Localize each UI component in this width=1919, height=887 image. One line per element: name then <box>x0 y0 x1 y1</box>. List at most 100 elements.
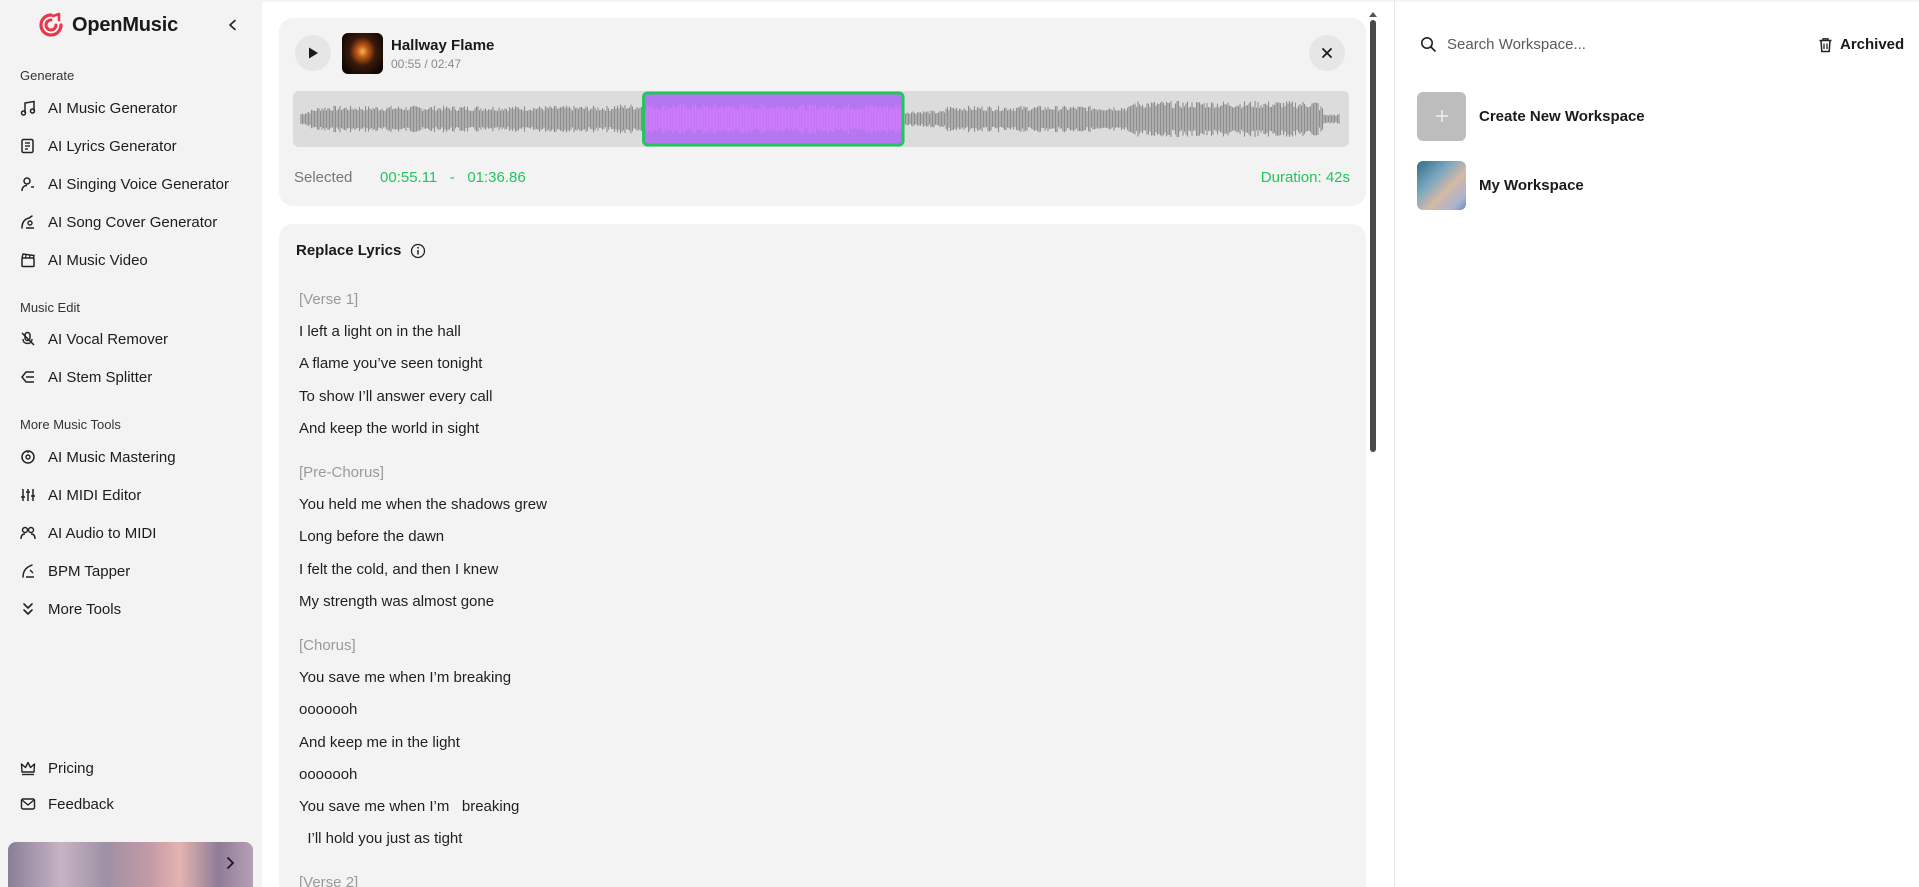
nav-item-ai-midi-editor[interactable]: AI MIDI Editor <box>14 479 244 511</box>
section-label-generate: Generate <box>20 68 75 83</box>
clapperboard-icon <box>21 253 35 268</box>
sliders-icon <box>21 489 35 501</box>
nav-item-ai-stem-splitter[interactable]: AI Stem Splitter <box>14 361 244 393</box>
nav-item-label: More Tools <box>48 600 122 618</box>
lyric-line[interactable]: I left a light on in the hall <box>299 323 461 340</box>
top-border <box>0 0 1919 2</box>
nav-item-ai-vocal-remover[interactable]: AI Vocal Remover <box>14 323 244 355</box>
lyrics-section-tag[interactable]: [Verse 1] <box>299 291 358 308</box>
selection-label: Selected <box>294 169 353 186</box>
nav-item-more-tools[interactable]: More Tools <box>14 593 244 625</box>
play-button[interactable] <box>295 35 331 71</box>
crown-icon <box>20 761 36 776</box>
archived-label: Archived <box>1840 36 1905 53</box>
workspace-thumbnail <box>1417 160 1466 210</box>
play-icon <box>309 47 318 59</box>
workspace-name: Create New Workspace <box>1479 107 1645 125</box>
nav-item-ai-audio-to-midi[interactable]: AI Audio to MIDI <box>14 517 244 549</box>
lyric-line[interactable]: I felt the cold, and then I knew <box>299 561 498 578</box>
app-name: OpenMusic <box>72 13 178 36</box>
selection-range: 00:55.11 - 01:36.86 <box>380 169 526 186</box>
lyric-line[interactable]: You save me when I’m breaking <box>299 669 511 686</box>
lyric-line[interactable]: ooooooh <box>299 766 357 783</box>
nav-item-label: AI Stem Splitter <box>48 368 153 386</box>
create-new-workspace-button[interactable]: Create New Workspace <box>1417 91 1717 141</box>
plus-icon-tile <box>1417 91 1466 141</box>
lyric-line[interactable]: My strength was almost gone <box>299 593 494 610</box>
nav-item-feedback[interactable]: Feedback <box>14 788 244 820</box>
track-time: 00:55 / 02:47 <box>391 57 462 71</box>
info-icon[interactable] <box>410 243 426 259</box>
nav-item-label: AI Vocal Remover <box>48 330 169 348</box>
scroll-up-arrow-icon[interactable] <box>1369 12 1377 17</box>
nav-item-bpm-tapper[interactable]: BPM Tapper <box>14 555 244 587</box>
replace-lyrics-card: Replace Lyrics [Verse 1] I left a light o… <box>279 224 1366 887</box>
lyrics-header: Replace Lyrics <box>296 242 426 259</box>
nav-item-ai-music-mastering[interactable]: AI Music Mastering <box>14 441 244 473</box>
archived-button[interactable]: Archived <box>1818 36 1904 53</box>
nav-item-pricing[interactable]: Pricing <box>14 752 244 784</box>
mail-icon <box>20 798 36 810</box>
track-title: Hallway Flame <box>391 37 495 54</box>
lyric-line[interactable]: You save me when I’m breaking <box>299 798 519 815</box>
nav-item-label: AI Audio to MIDI <box>48 524 157 542</box>
selection-duration: Duration: 42s <box>1260 169 1350 186</box>
audio-player-card: Hallway Flame 00:55 / 02:47 Selected 00:… <box>279 18 1366 206</box>
collapse-sidebar-button[interactable] <box>222 14 244 36</box>
lyric-line[interactable]: ooooooh <box>299 701 357 718</box>
promo-banner[interactable] <box>8 842 253 887</box>
nav-item-label: Pricing <box>48 759 94 777</box>
lyric-line[interactable]: I’ll hold you just as tight <box>299 830 462 847</box>
chevron-right-icon <box>227 857 234 869</box>
close-player-button[interactable] <box>1309 35 1345 71</box>
track-cover-image <box>342 33 383 74</box>
lyric-line[interactable]: A flame you’ve seen tonight <box>299 355 482 372</box>
sidebar: OpenMusic Generate AI Music Generator AI… <box>0 0 262 887</box>
workspace-item-my-workspace[interactable]: My Workspace <box>1417 160 1717 210</box>
openmusic-logo-icon <box>39 12 63 37</box>
tap-icon <box>22 564 34 578</box>
search-icon <box>1421 37 1436 52</box>
nav-item-ai-song-cover-generator[interactable]: AI Song Cover Generator <box>14 206 244 238</box>
lyrics-section-tag[interactable]: [Verse 2] <box>299 874 358 887</box>
main-scrollbar[interactable] <box>1370 20 1376 452</box>
section-label-more-music-tools: More Music Tools <box>20 417 121 432</box>
waveform <box>300 91 1340 147</box>
nav-item-ai-music-generator[interactable]: AI Music Generator <box>14 92 244 124</box>
lyrics-section-tag[interactable]: [Pre-Chorus] <box>299 464 384 481</box>
song-cover-icon <box>21 215 34 229</box>
lyric-line[interactable]: Long before the dawn <box>299 528 444 545</box>
nav-item-ai-singing-voice-generator[interactable]: AI Singing Voice Generator <box>14 168 244 200</box>
workspace-name: My Workspace <box>1479 176 1584 194</box>
selection-end: 01:36.86 <box>467 169 526 186</box>
nav-item-ai-lyrics-generator[interactable]: AI Lyrics Generator <box>14 130 244 162</box>
panel-divider <box>1394 0 1395 887</box>
chevron-left-icon <box>229 19 236 31</box>
nav-item-label: AI Singing Voice Generator <box>48 175 229 193</box>
plus-icon <box>1435 110 1448 122</box>
app-logo[interactable]: OpenMusic <box>38 12 178 38</box>
workspace-search <box>1420 36 1707 53</box>
nav-item-label: AI Lyrics Generator <box>48 137 177 155</box>
nav-item-ai-music-video[interactable]: AI Music Video <box>14 244 244 276</box>
nav-item-label: BPM Tapper <box>48 562 131 580</box>
stem-splitter-icon <box>21 371 34 383</box>
close-icon <box>1322 48 1332 58</box>
lyrics-heading: Replace Lyrics <box>296 242 402 259</box>
lyric-line[interactable]: You held me when the shadows grew <box>299 496 547 513</box>
nav-item-label: Feedback <box>48 795 114 813</box>
lyrics-document-icon <box>21 138 34 154</box>
lyric-line[interactable]: And keep me in the light <box>299 734 460 751</box>
search-workspace-input[interactable] <box>1447 36 1707 53</box>
lyric-line[interactable]: To show I’ll answer every call <box>299 388 492 405</box>
audio-to-midi-icon <box>20 526 36 540</box>
section-label-music-edit: Music Edit <box>20 300 80 315</box>
nav-item-label: AI Music Mastering <box>48 448 176 466</box>
lyric-line[interactable]: And keep the world in sight <box>299 420 479 437</box>
trash-icon <box>1819 37 1832 52</box>
lyrics-section-tag[interactable]: [Chorus] <box>299 637 356 654</box>
selection-separator: - <box>449 169 455 186</box>
mastering-icon <box>21 450 35 464</box>
nav-item-label: AI MIDI Editor <box>48 486 142 504</box>
waveform-selector[interactable] <box>293 91 1349 147</box>
